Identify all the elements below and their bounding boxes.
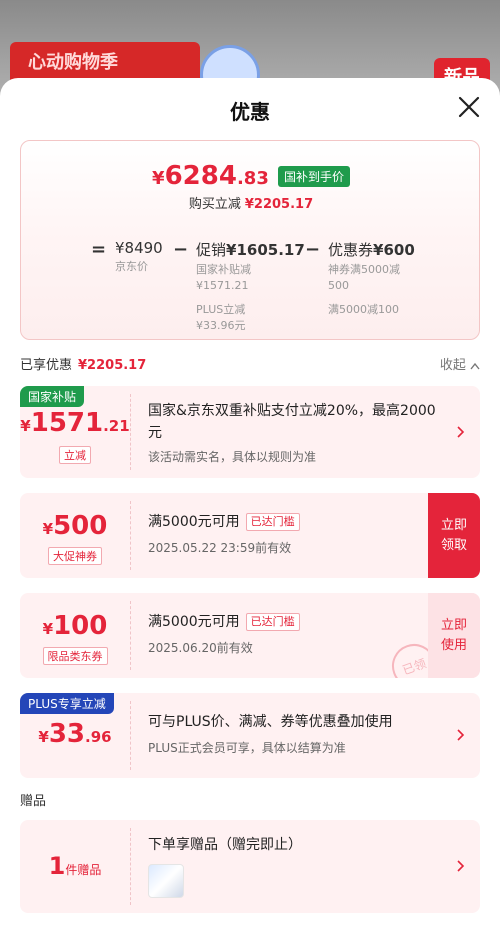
plus-amount: ¥33.96 xyxy=(38,719,112,749)
chevron-right-icon[interactable] xyxy=(454,426,466,438)
price-formula: = ¥8490 京东价 − 促销¥1605.17 国家补贴减 ¥1571.21 … xyxy=(21,239,481,339)
plus-note: PLUS正式会员可享，具体以结算为准 xyxy=(148,741,346,755)
coupon-column: 优惠券¥600 神券满5000减 500 满5000减100 xyxy=(328,241,415,316)
national-subsidy-card[interactable]: 国家补贴 ¥1571.21 立减 国家&京东双重补贴支付立减20%，最高2000… xyxy=(20,386,480,478)
collapse-toggle[interactable]: 收起 xyxy=(440,354,480,373)
gift-card[interactable]: 1件赠品 下单享赠品（赠完即止） xyxy=(20,820,480,913)
subsidy-price-badge: 国补到手价 xyxy=(277,165,350,187)
coupon-100-expiry: 2025.06.20前有效 xyxy=(148,641,253,655)
claim-coupon-button[interactable]: 立即领取 xyxy=(428,493,480,578)
use-coupon-button[interactable]: 立即使用 xyxy=(428,593,480,678)
price-summary-card: ¥6284.83 国补到手价 购买立减 ¥2205.17 = ¥8490 京东价 … xyxy=(20,140,480,340)
plus-discount-card[interactable]: PLUS专享立减 ¥33.96 可与PLUS价、满减、券等优惠叠加使用 PLUS… xyxy=(20,693,480,778)
chevron-right-icon[interactable] xyxy=(454,860,466,872)
sheet-title: 优惠 xyxy=(230,100,270,124)
enjoyed-amount: ¥2205.17 xyxy=(78,358,147,373)
gift-count: 1件赠品 xyxy=(48,852,102,880)
coupon-500-amount: ¥500 xyxy=(42,511,108,541)
gift-description: 下单享赠品（赠完即止） xyxy=(148,837,302,853)
minus-sign: − xyxy=(173,239,189,260)
chevron-right-icon[interactable] xyxy=(454,729,466,741)
threshold-reached-badge: 已达门槛 xyxy=(245,513,300,531)
coupon-500-condition: 满5000元可用 已达门槛 xyxy=(148,511,300,533)
subsidy-note: 该活动需实名，具体以规则为准 xyxy=(148,450,317,464)
coupon-100-condition: 满5000元可用 已达门槛 xyxy=(148,611,300,633)
coupon-500-card: ¥500 大促神券 满5000元可用 已达门槛 2025.05.22 23:59前… xyxy=(20,493,480,578)
plus-description: 可与PLUS价、满减、券等优惠叠加使用 xyxy=(148,714,393,730)
equals-sign: = xyxy=(91,239,107,260)
enjoyed-discount-row: 已享优惠 ¥2205.17 收起 xyxy=(20,354,480,374)
discount-sheet: 优惠 ¥6284.83 国补到手价 购买立减 ¥2205.17 = ¥8490 京… xyxy=(0,78,500,933)
subsidy-amount: ¥1571.21 xyxy=(20,408,130,438)
coupon-100-card: ¥100 限品类东券 满5000元可用 已达门槛 2025.06.20前有效 已领… xyxy=(20,593,480,678)
threshold-reached-badge: 已达门槛 xyxy=(245,613,300,631)
close-icon[interactable] xyxy=(458,96,480,118)
final-price: ¥6284.83 xyxy=(152,161,269,191)
subsidy-description: 国家&京东双重补贴支付立减20%，最高2000元 xyxy=(148,403,436,441)
final-price-row: ¥6284.83 国补到手价 xyxy=(21,161,481,191)
gift-thumbnail-image[interactable] xyxy=(148,864,184,898)
promo-column: 促销¥1605.17 国家补贴减 ¥1571.21 PLUS立减 ¥33.96元 xyxy=(196,241,305,332)
coupon-500-expiry: 2025.05.22 23:59前有效 xyxy=(148,541,292,555)
chevron-up-icon xyxy=(470,362,480,369)
buy-discount-amount: ¥2205.17 xyxy=(244,197,314,212)
gifts-section-label: 赠品 xyxy=(20,794,47,809)
jd-price-column: ¥8490 京东价 xyxy=(115,239,163,273)
coupon-500-type-tag: 大促神券 xyxy=(48,547,102,565)
instant-discount-tag: 立减 xyxy=(59,446,91,464)
coupon-100-amount: ¥100 xyxy=(42,611,108,641)
minus-sign: − xyxy=(305,239,321,260)
coupon-100-type-tag: 限品类东券 xyxy=(42,647,108,665)
buy-discount-row: 购买立减 ¥2205.17 xyxy=(188,197,314,212)
